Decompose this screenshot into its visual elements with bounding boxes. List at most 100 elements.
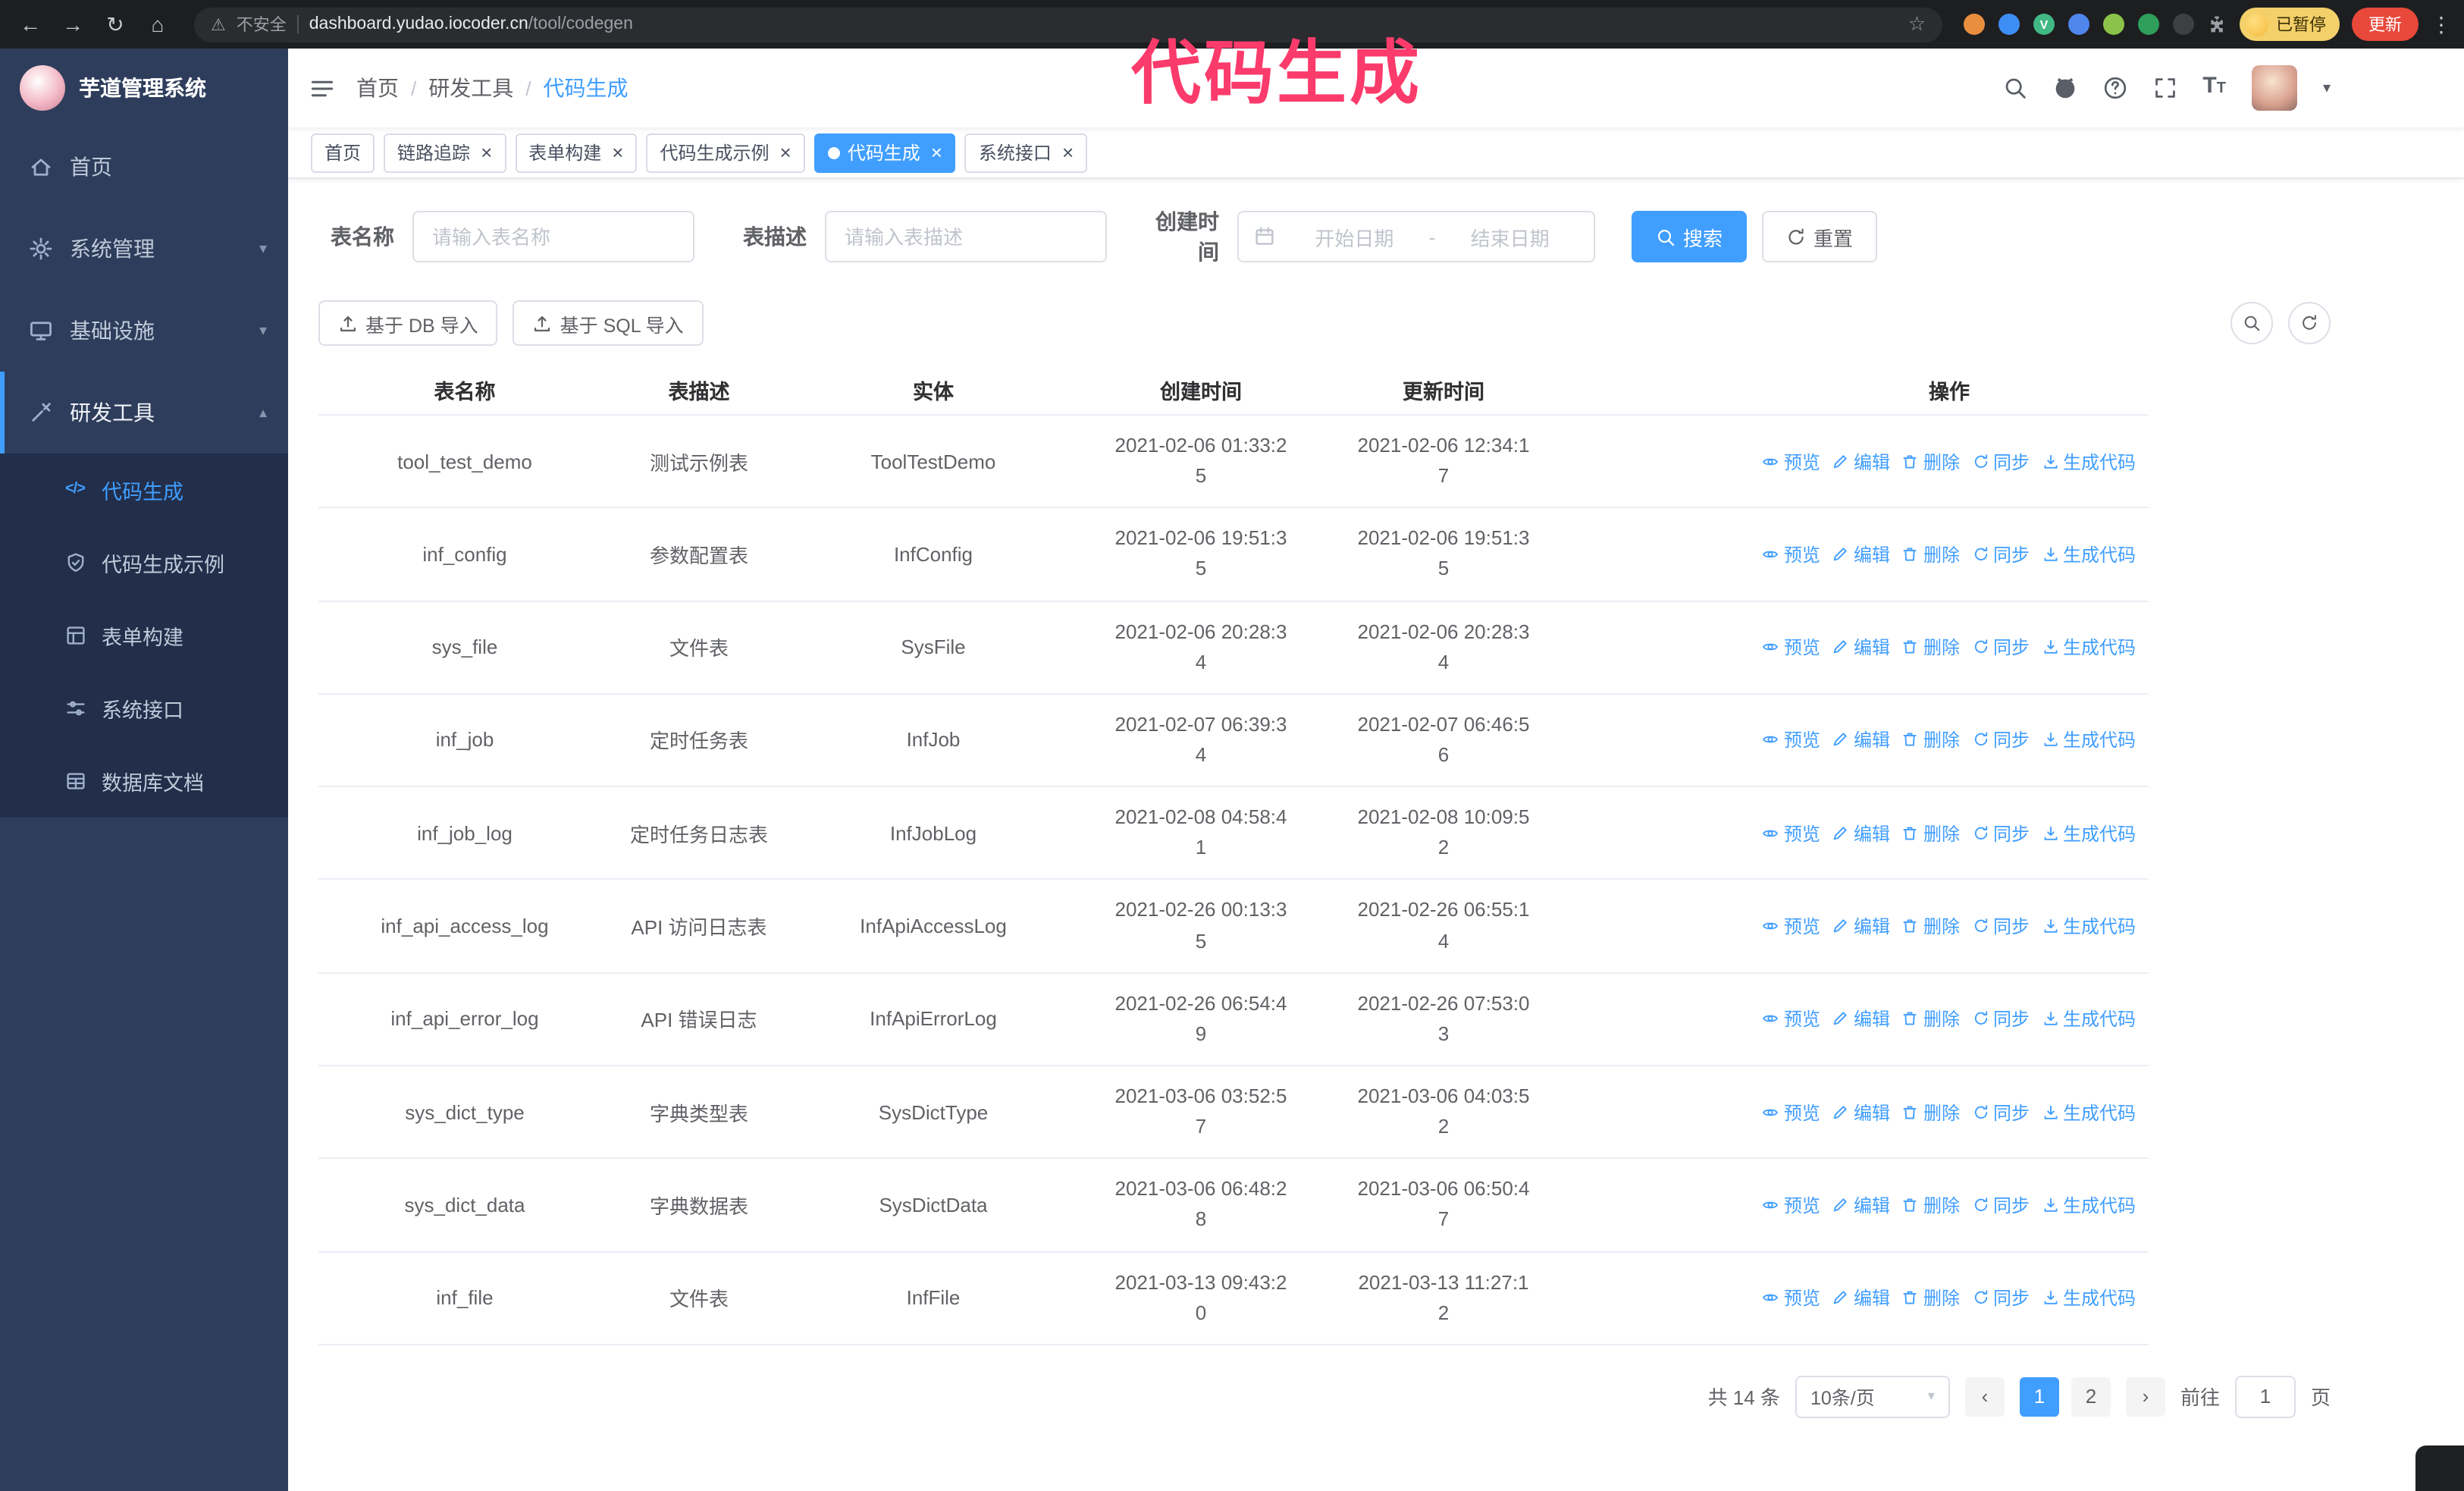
goto-page-input[interactable]: [2234, 1375, 2296, 1418]
action-eye[interactable]: 预览: [1763, 634, 1820, 660]
close-icon[interactable]: ×: [1062, 143, 1074, 162]
action-sync[interactable]: 同步: [1972, 1006, 2030, 1032]
action-sync[interactable]: 同步: [1972, 913, 2030, 939]
extension-icon[interactable]: [2103, 14, 2124, 35]
action-delete[interactable]: 删除: [1902, 448, 1960, 474]
help-icon[interactable]: [2102, 76, 2127, 100]
tab-0[interactable]: 首页: [311, 133, 375, 172]
close-icon[interactable]: ×: [780, 143, 792, 162]
extension-icon[interactable]: [2173, 14, 2194, 35]
prev-page-button[interactable]: ‹: [1964, 1376, 2005, 1417]
action-download[interactable]: 生成代码: [2042, 913, 2136, 939]
close-icon[interactable]: ×: [612, 143, 623, 162]
action-edit[interactable]: 编辑: [1832, 821, 1890, 846]
action-edit[interactable]: 编辑: [1832, 1099, 1890, 1125]
action-delete[interactable]: 删除: [1902, 913, 1960, 939]
action-delete[interactable]: 删除: [1902, 634, 1960, 660]
extension-icon[interactable]: V: [2033, 14, 2055, 35]
app-logo[interactable]: 芋道管理系统: [0, 49, 288, 126]
sidebar-subitem-code[interactable]: </> 代码生成: [0, 454, 288, 526]
user-avatar[interactable]: [2251, 65, 2297, 111]
page-button-2[interactable]: 2: [2071, 1376, 2111, 1417]
action-download[interactable]: 生成代码: [2042, 448, 2136, 474]
action-edit[interactable]: 编辑: [1832, 541, 1890, 567]
action-sync[interactable]: 同步: [1972, 541, 2030, 567]
action-download[interactable]: 生成代码: [2042, 1099, 2136, 1125]
browser-home-icon[interactable]: ⌂: [143, 8, 173, 41]
action-sync[interactable]: 同步: [1972, 821, 2030, 846]
breadcrumb-parent[interactable]: 研发工具: [428, 73, 513, 103]
action-edit[interactable]: 编辑: [1832, 1006, 1890, 1032]
action-download[interactable]: 生成代码: [2042, 541, 2136, 567]
tab-5[interactable]: 系统接口 ×: [964, 133, 1088, 172]
next-page-button[interactable]: ›: [2125, 1376, 2165, 1417]
action-eye[interactable]: 预览: [1763, 821, 1820, 846]
close-icon[interactable]: ×: [931, 143, 942, 162]
action-eye[interactable]: 预览: [1763, 1006, 1820, 1032]
table-name-input[interactable]: [412, 211, 694, 262]
action-delete[interactable]: 删除: [1902, 727, 1960, 753]
sidebar-item-gear[interactable]: 系统管理 ▾: [0, 208, 288, 290]
page-size-select[interactable]: 10条/页 ▾: [1795, 1375, 1950, 1418]
profile-chip[interactable]: 已暂停: [2240, 8, 2340, 41]
reset-button[interactable]: 重置: [1762, 211, 1878, 262]
action-edit[interactable]: 编辑: [1832, 913, 1890, 939]
fullscreen-icon[interactable]: [2152, 76, 2177, 100]
action-eye[interactable]: 预览: [1763, 1192, 1820, 1218]
action-edit[interactable]: 编辑: [1832, 448, 1890, 474]
refresh-button[interactable]: [2288, 302, 2331, 344]
browser-back-icon[interactable]: ←: [15, 8, 45, 41]
page-button-1[interactable]: 1: [2019, 1376, 2059, 1417]
close-icon[interactable]: ×: [481, 143, 492, 162]
action-download[interactable]: 生成代码: [2042, 727, 2136, 753]
tab-4[interactable]: 代码生成 ×: [813, 133, 956, 172]
action-sync[interactable]: 同步: [1972, 448, 2030, 474]
action-eye[interactable]: 预览: [1763, 727, 1820, 753]
tab-3[interactable]: 代码生成示例 ×: [646, 133, 805, 172]
browser-forward-icon[interactable]: →: [58, 8, 88, 41]
bookmark-star-icon[interactable]: ☆: [1908, 12, 1926, 36]
action-sync[interactable]: 同步: [1972, 1192, 2030, 1218]
table-desc-input[interactable]: [825, 211, 1107, 262]
sidebar-item-home[interactable]: 首页: [0, 126, 288, 208]
create-time-range[interactable]: 开始日期 - 结束日期: [1237, 211, 1595, 262]
sidebar-subitem-shield[interactable]: 代码生成示例: [0, 526, 288, 599]
extension-icon[interactable]: [2138, 14, 2159, 35]
action-download[interactable]: 生成代码: [2042, 821, 2136, 846]
action-delete[interactable]: 删除: [1902, 1099, 1960, 1125]
action-sync[interactable]: 同步: [1972, 1285, 2030, 1311]
sidebar-subitem-form[interactable]: 表单构建: [0, 599, 288, 672]
action-sync[interactable]: 同步: [1972, 634, 2030, 660]
action-eye[interactable]: 预览: [1763, 541, 1820, 567]
action-download[interactable]: 生成代码: [2042, 1285, 2136, 1311]
hamburger-icon[interactable]: [309, 75, 335, 101]
action-edit[interactable]: 编辑: [1832, 634, 1890, 660]
extension-icon[interactable]: [2068, 14, 2089, 35]
sidebar-subitem-api[interactable]: 系统接口: [0, 672, 288, 745]
browser-address-bar[interactable]: ⚠ 不安全 dashboard.yudao.iocoder.cn/tool/co…: [194, 7, 1942, 42]
extension-icon[interactable]: [1998, 14, 2020, 35]
update-button[interactable]: 更新: [2352, 8, 2419, 41]
action-eye[interactable]: 预览: [1763, 1099, 1820, 1125]
chevron-down-icon[interactable]: ▾: [2323, 80, 2331, 96]
action-download[interactable]: 生成代码: [2042, 1192, 2136, 1218]
hide-search-button[interactable]: [2230, 302, 2273, 344]
action-delete[interactable]: 删除: [1902, 1192, 1960, 1218]
action-edit[interactable]: 编辑: [1832, 727, 1890, 753]
browser-menu-icon[interactable]: ⋮: [2431, 11, 2452, 37]
action-eye[interactable]: 预览: [1763, 1285, 1820, 1311]
action-download[interactable]: 生成代码: [2042, 634, 2136, 660]
search-icon[interactable]: [2002, 76, 2027, 100]
breadcrumb-home[interactable]: 首页: [356, 73, 399, 103]
action-delete[interactable]: 删除: [1902, 541, 1960, 567]
action-download[interactable]: 生成代码: [2042, 1006, 2136, 1032]
tab-1[interactable]: 链路追踪 ×: [384, 133, 506, 172]
action-eye[interactable]: 预览: [1763, 913, 1820, 939]
action-eye[interactable]: 预览: [1763, 448, 1820, 474]
sidebar-subitem-db[interactable]: 数据库文档: [0, 745, 288, 818]
tab-2[interactable]: 表单构建 ×: [515, 133, 638, 172]
action-sync[interactable]: 同步: [1972, 727, 2030, 753]
import-db-button[interactable]: 基于 DB 导入: [318, 300, 498, 346]
extension-icon[interactable]: [1964, 14, 1985, 35]
browser-reload-icon[interactable]: ↻: [100, 8, 130, 41]
